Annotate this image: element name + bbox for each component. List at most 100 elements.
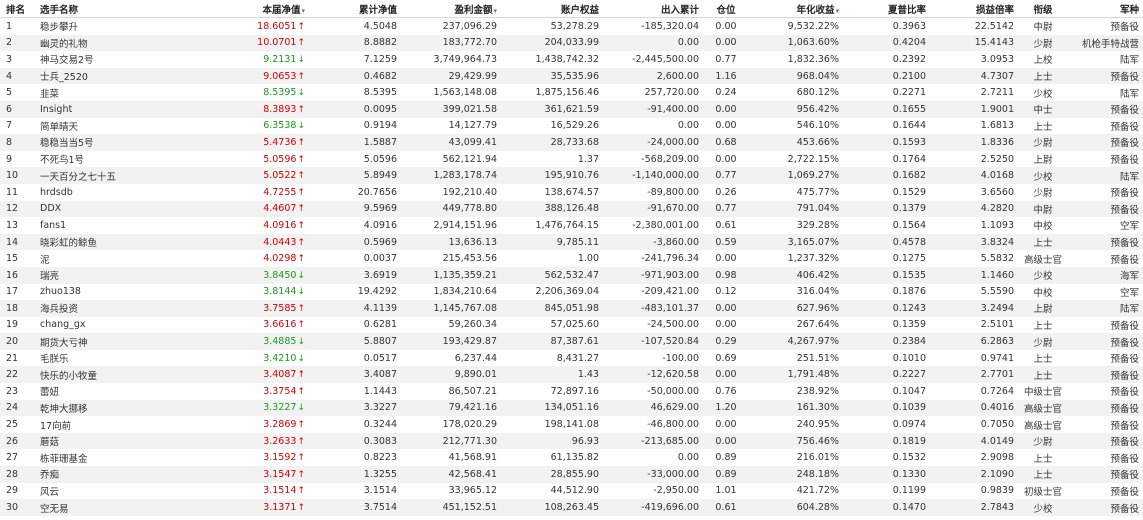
header-io[interactable]: 出入累计 xyxy=(601,0,701,18)
cell-name[interactable]: 晓彩虹的鲸鱼 xyxy=(38,233,163,251)
cell-rank: 6 xyxy=(0,100,38,118)
table-row[interactable]: 7 简单晴天 6.3538↓ 0.9194 14,127.79 16,529.26 0.00… xyxy=(0,118,1143,135)
cell-name[interactable]: 稳稳当当5号 xyxy=(38,134,163,151)
cell-io: 257,720.00 xyxy=(644,87,699,99)
header-ratio[interactable]: 损益倍率 xyxy=(928,0,1016,18)
table-row[interactable]: 11 hrdsdb 4.7255↑ 20.7656 192,210.40 138,674.… xyxy=(0,184,1143,201)
cell-name[interactable]: 毛朕乐 xyxy=(38,350,163,367)
cell-equity: 845,051.98 xyxy=(499,300,601,317)
cell-sharpe: 0.1655 xyxy=(841,100,928,118)
cell-position: 0.77 xyxy=(701,167,751,184)
cell-name[interactable]: 稳步攀升 xyxy=(38,18,163,35)
cell-name[interactable]: 泥 xyxy=(38,250,163,267)
table-row[interactable]: 29 风云 3.1514↑ 3.1514 33,965.12 44,512.90 -2,95… xyxy=(0,483,1143,500)
cell-name[interactable]: 17向前 xyxy=(38,416,163,433)
cell-nav: 3.3227↓ xyxy=(163,399,307,417)
table-row[interactable]: 15 泥 4.0298↑ 0.0037 215,453.56 1.00 -241,796.3… xyxy=(0,250,1143,267)
cell-name[interactable]: 一天百分之七十五 xyxy=(38,167,163,184)
header-rank[interactable]: 排名 xyxy=(0,0,38,18)
table-row[interactable]: 8 稳稳当当5号 5.4736↑ 1.5887 43,099.41 28,733.68 -2… xyxy=(0,134,1143,151)
table-row[interactable]: 6 Insight 8.3893↑ 0.0095 399,021.58 361,621.5… xyxy=(0,100,1143,118)
table-row[interactable]: 24 乾坤大挪移 3.3227↓ 3.3227 79,421.16 134,051.16 4… xyxy=(0,399,1143,417)
cell-name[interactable]: zhuo138 xyxy=(38,284,163,301)
cell-ratio: 1.9001 xyxy=(928,100,1016,118)
nav-value: 4.0916 xyxy=(263,219,297,231)
cell-name[interactable]: 幽灵的礼物 xyxy=(38,34,163,52)
cell-name[interactable]: hrdsdb xyxy=(38,184,163,201)
cell-name[interactable]: 空无易 xyxy=(38,499,163,516)
table-row[interactable]: 2 幽灵的礼物 10.0701↑ 8.8882 183,772.70 204,033.99… xyxy=(0,34,1143,52)
cell-name[interactable]: 士兵_2520 xyxy=(38,67,163,85)
cell-nav: 3.7585↑ xyxy=(163,300,307,317)
arrow-up-icon: ↑ xyxy=(297,71,305,82)
header-profit[interactable]: 盈利金额▾ xyxy=(399,0,499,18)
table-row[interactable]: 4 士兵_2520 9.0653↑ 0.4682 29,429.99 35,535.96 2… xyxy=(0,67,1143,85)
table-row[interactable]: 17 zhuo138 3.8144↓ 19.4292 1,834,210.64 2,206… xyxy=(0,284,1143,301)
header-army[interactable]: 军种 xyxy=(1070,0,1143,18)
nav-value: 3.1514 xyxy=(263,485,297,497)
cell-name[interactable]: DDX xyxy=(38,200,163,218)
header-grade[interactable]: 衔级 xyxy=(1016,0,1070,18)
cell-profit: 192,210.40 xyxy=(442,186,497,198)
table-row[interactable]: 23 蕾妞 3.3754↑ 1.1443 86,507.21 72,897.16 -50,0… xyxy=(0,383,1143,400)
table-row[interactable]: 19 chang_gx 3.6616↑ 0.6281 59,260.34 57,025.6… xyxy=(0,317,1143,334)
table-row[interactable]: 14 晓彩虹的鲸鱼 4.0443↑ 0.5969 13,636.13 9,785.11 -3… xyxy=(0,233,1143,251)
table-row[interactable]: 13 fans1 4.0916↑ 4.0916 2,914,151.96 1,476,76… xyxy=(0,217,1143,234)
cell-name[interactable]: Insight xyxy=(38,100,163,118)
header-position[interactable]: 仓位 xyxy=(701,0,751,18)
table-row[interactable]: 5 韭菜 8.5395↓ 8.5395 1,563,148.08 1,875,156.46… xyxy=(0,84,1143,101)
header-name[interactable]: 选手名称 xyxy=(38,0,163,18)
cell-cum-nav: 3.3227 xyxy=(307,399,399,417)
table-row[interactable]: 30 空无易 3.1371↑ 3.7514 451,152.51 108,263.45 -4… xyxy=(0,499,1143,516)
cell-name[interactable]: 乾坤大挪移 xyxy=(38,399,163,417)
table-row[interactable]: 1 稳步攀升 18.6051↑ 4.5048 237,096.29 53,278.29 -1… xyxy=(0,18,1143,35)
cell-profit: 1,834,210.64 xyxy=(433,286,497,298)
header-nav[interactable]: 本届净值▾ xyxy=(163,0,307,18)
cell-io: -33,000.00 xyxy=(601,466,701,483)
header-sharpe[interactable]: 夏普比率 xyxy=(841,0,928,18)
cell-name[interactable]: chang_gx xyxy=(38,317,163,334)
table-row[interactable]: 25 17向前 3.2869↑ 0.3244 178,020.29 198,141.08-… xyxy=(0,416,1143,433)
header-cum-nav[interactable]: 累计净值 xyxy=(307,0,399,18)
table-body: 1 稳步攀升 18.6051↑ 4.5048 237,096.29 53,278.29 -1… xyxy=(0,18,1143,516)
cell-profit: 86,507.21 xyxy=(448,385,497,397)
cell-grade: 中校 xyxy=(1033,221,1053,233)
cell-name[interactable]: 蕾妞 xyxy=(38,383,163,400)
table-row[interactable]: 26 蘑菇 3.2633↑ 0.3083 212,771.30 96.93 -213,685… xyxy=(0,432,1143,450)
cell-name[interactable]: 乔痴 xyxy=(38,466,163,483)
table-row[interactable]: 20 期货大亏神 3.4885↓ 5.8807 193,429.87 87,387.61-… xyxy=(0,333,1143,350)
cell-name[interactable]: 期货大亏神 xyxy=(38,333,163,350)
table-row[interactable]: 21 毛朕乐 3.4210↓ 0.0517 6,237.44 8,431.27 -100.0… xyxy=(0,350,1143,367)
cell-name[interactable]: fans1 xyxy=(38,217,163,234)
cell-grade: 初级士官 xyxy=(1023,486,1062,498)
table-row[interactable]: 3 神马交易2号 9.2131↓ 7.1259 3,749,964.73 1,438,74… xyxy=(0,51,1143,68)
cell-name[interactable]: 不死鸟1号 xyxy=(38,151,163,168)
cell-grade: 少校 xyxy=(1016,167,1070,184)
cell-name[interactable]: 简单晴天 xyxy=(38,118,163,135)
cell-name[interactable]: 风云 xyxy=(38,483,163,500)
cell-annual: 453.66% xyxy=(751,134,841,151)
cell-cum-nav: 4.5048 xyxy=(363,20,397,32)
cell-name[interactable]: 栋菲珊基金 xyxy=(38,449,163,466)
cell-name[interactable]: 神马交易2号 xyxy=(38,51,163,68)
table-row[interactable]: 18 海兵投资 3.7585↑ 4.1139 1,145,767.08 845,051.9… xyxy=(0,300,1143,317)
table-row[interactable]: 28 乔痴 3.1547↑ 1.3255 42,568.41 28,855.90 -33,0… xyxy=(0,466,1143,483)
cell-name[interactable]: 快乐的小牧童 xyxy=(38,366,163,384)
header-annual[interactable]: 年化收益▾ xyxy=(751,0,841,18)
cell-position: 0.77 xyxy=(715,53,737,65)
cell-profit: 193,429.87 xyxy=(399,333,499,350)
table-row[interactable]: 9 不死鸟1号 5.0596↑ 5.0596 562,121.94 1.37 -568,20… xyxy=(0,151,1143,168)
cell-rank: 1 xyxy=(6,20,13,32)
cell-name[interactable]: 蘑菇 xyxy=(38,432,163,450)
table-row[interactable]: 27 栋菲珊基金 3.1592↑ 0.8223 41,568.91 61,135.82 0.… xyxy=(0,449,1143,466)
table-row[interactable]: 16 瑞亮 3.8450↓ 3.6919 1,135,359.21 562,532.47-… xyxy=(0,266,1143,284)
cell-name[interactable]: 瑞亮 xyxy=(38,266,163,284)
table-row[interactable]: 22 快乐的小牧童 3.4087↑ 3.4087 9,890.01 1.43 -12,620… xyxy=(0,366,1143,384)
cell-grade: 中士 xyxy=(1016,100,1070,118)
cell-name[interactable]: 韭菜 xyxy=(38,84,163,101)
cell-name[interactable]: 海兵投资 xyxy=(38,300,163,317)
table-row[interactable]: 12 DDX 4.4607↑ 9.5969 449,778.80 388,126.48 -9… xyxy=(0,200,1143,218)
cell-io: -241,796.34 xyxy=(641,253,699,265)
header-equity[interactable]: 账户权益 xyxy=(499,0,601,18)
table-row[interactable]: 10 一天百分之七十五 5.0522↑ 5.8949 1,283,178.74 195,9… xyxy=(0,167,1143,184)
